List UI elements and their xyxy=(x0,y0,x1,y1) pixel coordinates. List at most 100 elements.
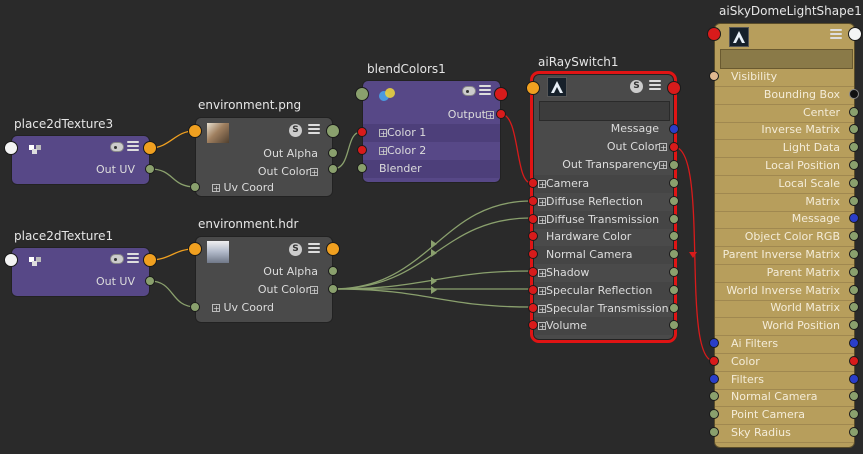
port-blend-blender[interactable] xyxy=(357,163,367,173)
port-envhdr-out-color[interactable] xyxy=(328,284,338,294)
port-skydome-output-attr[interactable] xyxy=(849,249,859,259)
swatch-button[interactable]: S xyxy=(289,124,302,137)
port-rayswitch-input-attr[interactable] xyxy=(528,195,538,206)
port-skydome-output-attr[interactable] xyxy=(849,195,859,206)
expand-icon[interactable]: + xyxy=(538,286,546,295)
port-skydome-input[interactable] xyxy=(707,27,721,41)
expand-icon[interactable]: + xyxy=(486,111,494,120)
port-rayswitch-output-attr[interactable] xyxy=(669,213,679,224)
port-skydome-output[interactable] xyxy=(848,27,862,41)
port-skydome-input-attr[interactable] xyxy=(709,373,719,384)
port-skydome-input-out[interactable] xyxy=(849,373,859,384)
uv-coord-label: Uv Coord xyxy=(223,301,275,314)
port-envpng-uv-coord[interactable] xyxy=(190,182,200,192)
node-place2dtexture3[interactable]: Out UV xyxy=(11,135,150,185)
node-menu-icon[interactable] xyxy=(127,253,139,264)
port-rayswitch-output-attr[interactable] xyxy=(669,284,679,295)
toggle-pill-icon[interactable] xyxy=(110,254,124,264)
expand-icon[interactable]: + xyxy=(379,147,387,156)
node-name-field[interactable] xyxy=(539,101,670,121)
port-blend-output[interactable] xyxy=(494,87,508,101)
port-rayswitch-out-transparency[interactable] xyxy=(669,160,679,170)
port-envpng-input[interactable] xyxy=(188,124,202,138)
swatch-button[interactable]: S xyxy=(289,243,302,256)
swatch-button[interactable]: S xyxy=(630,80,643,93)
node-rayswitch[interactable]: S Message Out Color+ Out Transparency+ +… xyxy=(530,71,677,343)
expand-icon[interactable]: + xyxy=(212,184,220,193)
skydome-output-row: Bounding Box xyxy=(763,87,840,101)
port-place2d1-output[interactable] xyxy=(143,253,157,267)
port-skydome-output-attr[interactable] xyxy=(849,160,859,170)
port-rayswitch-input-attr[interactable] xyxy=(528,267,538,277)
expand-icon[interactable]: + xyxy=(212,304,220,313)
expand-icon[interactable]: + xyxy=(538,197,546,206)
port-rayswitch-input-attr[interactable] xyxy=(528,213,538,224)
port-skydome-output-attr[interactable] xyxy=(849,106,859,117)
port-place2d1-input[interactable] xyxy=(4,253,18,267)
port-blend-color1[interactable] xyxy=(357,127,367,137)
port-envhdr-input[interactable] xyxy=(188,242,202,256)
port-skydome-output-attr[interactable] xyxy=(849,177,859,188)
port-skydome-output-attr[interactable] xyxy=(849,88,859,99)
node-menu-icon[interactable] xyxy=(649,80,661,91)
port-place2d3-output[interactable] xyxy=(143,141,157,155)
expand-icon[interactable]: + xyxy=(310,168,318,177)
port-rayswitch-output[interactable] xyxy=(667,81,681,95)
port-envhdr-output[interactable] xyxy=(326,242,340,256)
port-rayswitch-output-attr[interactable] xyxy=(669,302,679,313)
port-skydome-input-out[interactable] xyxy=(849,427,859,437)
expand-icon[interactable]: + xyxy=(538,269,546,278)
expand-icon[interactable]: + xyxy=(659,161,667,170)
port-skydome-output-attr[interactable] xyxy=(849,284,859,295)
port-rayswitch-output-attr[interactable] xyxy=(669,178,679,188)
expand-icon[interactable]: + xyxy=(310,286,318,295)
node-environment-hdr[interactable]: S Out Alpha Out Color+ + Uv Coord xyxy=(195,236,333,323)
expand-icon[interactable]: + xyxy=(659,143,667,152)
port-rayswitch-out-color[interactable] xyxy=(669,142,679,152)
port-place2d3-out-uv[interactable] xyxy=(145,164,155,174)
node-skydome[interactable]: Visibility Bounding Box Center Inverse Matr… xyxy=(714,23,855,448)
node-menu-icon[interactable] xyxy=(479,85,491,96)
port-rayswitch-output-attr[interactable] xyxy=(669,195,679,206)
port-skydome-input-attr[interactable] xyxy=(709,338,719,348)
port-skydome-input-out[interactable] xyxy=(849,355,859,366)
expand-icon[interactable]: + xyxy=(538,304,546,313)
node-place2dtexture1[interactable]: Out UV xyxy=(11,247,150,297)
port-label-out-color: Out Color+ xyxy=(196,281,332,299)
toggle-pill-icon[interactable] xyxy=(462,86,476,96)
port-rayswitch-output-attr[interactable] xyxy=(669,267,679,277)
port-envhdr-uv-coord[interactable] xyxy=(190,302,200,312)
port-blend-color2[interactable] xyxy=(357,145,367,155)
port-blend-input[interactable] xyxy=(355,87,369,101)
port-rayswitch-input-attr[interactable] xyxy=(528,178,538,188)
expand-icon[interactable]: + xyxy=(379,129,387,138)
port-blend-output-attr[interactable] xyxy=(496,109,506,119)
node-menu-icon[interactable] xyxy=(127,141,139,152)
node-menu-icon[interactable] xyxy=(830,29,842,40)
port-envpng-output[interactable] xyxy=(326,124,340,138)
port-skydome-visibility[interactable] xyxy=(709,71,719,81)
node-environment-png[interactable]: S Out Alpha Out Color+ + Uv Coord xyxy=(195,117,333,197)
port-rayswitch-input-attr[interactable] xyxy=(528,302,538,313)
port-rayswitch-input[interactable] xyxy=(526,81,540,95)
port-skydome-input-attr[interactable] xyxy=(709,355,719,366)
expand-icon[interactable]: + xyxy=(538,322,546,331)
port-place2d1-out-uv[interactable] xyxy=(145,276,155,286)
node-name-field[interactable] xyxy=(720,49,853,69)
node-menu-icon[interactable] xyxy=(308,243,320,254)
port-place2d3-input[interactable] xyxy=(4,141,18,155)
node-title-environment-png: environment.png xyxy=(198,98,302,112)
port-envpng-out-alpha[interactable] xyxy=(328,148,338,158)
expand-icon[interactable]: + xyxy=(538,215,546,224)
port-skydome-input-attr[interactable] xyxy=(709,427,719,437)
port-skydome-output-attr[interactable] xyxy=(849,266,859,277)
port-rayswitch-input-attr[interactable] xyxy=(528,284,538,295)
port-rayswitch-message[interactable] xyxy=(669,124,679,134)
node-blendcolors[interactable]: Output+ +Color 1 +Color 2 Blender xyxy=(362,80,501,183)
port-envpng-out-color[interactable] xyxy=(328,164,338,174)
port-skydome-input-out[interactable] xyxy=(849,338,859,348)
node-menu-icon[interactable] xyxy=(308,124,320,135)
expand-icon[interactable]: + xyxy=(538,180,546,189)
port-envhdr-out-alpha[interactable] xyxy=(328,266,338,276)
toggle-pill-icon[interactable] xyxy=(110,142,124,152)
